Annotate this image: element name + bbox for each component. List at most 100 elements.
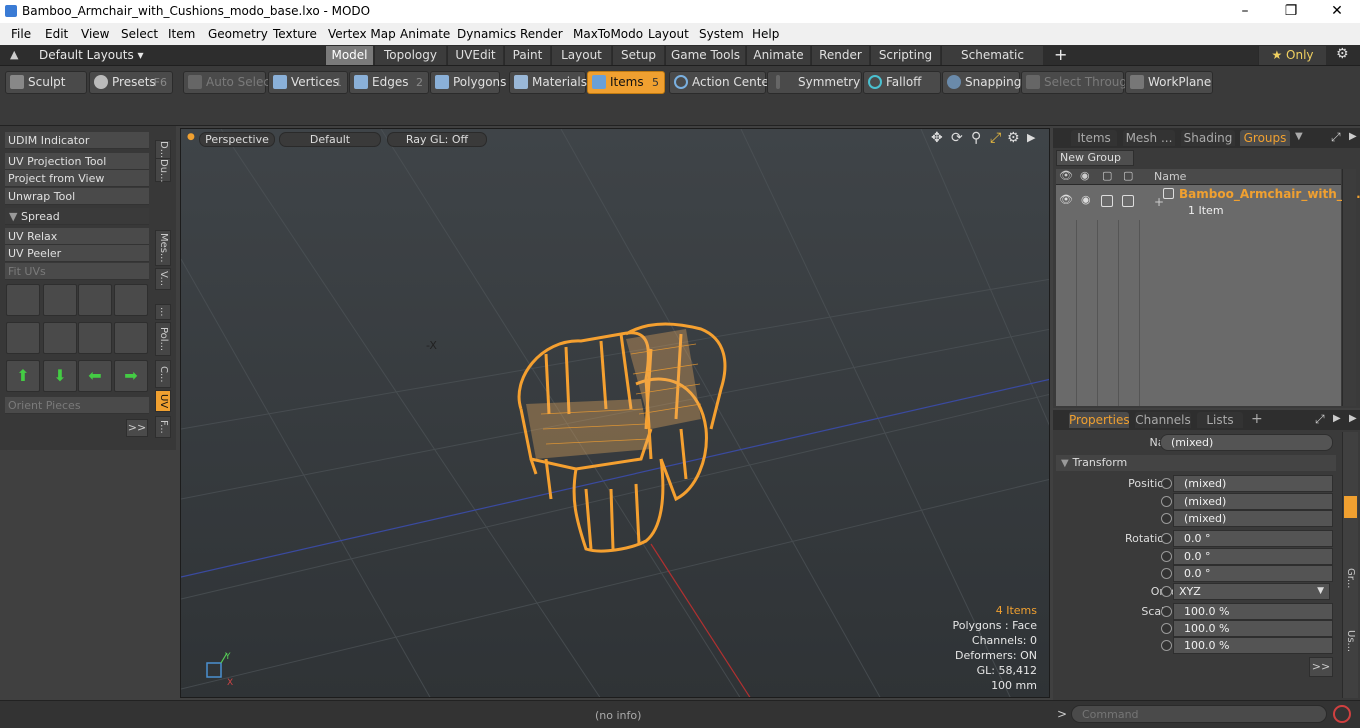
tab-schematic-fusion[interactable]: Schematic Fusion xyxy=(941,46,1043,81)
new-group-button[interactable]: New Group xyxy=(1056,150,1134,166)
viewport-menu-dot-icon[interactable]: ● xyxy=(187,132,195,142)
position-z-field[interactable]: (mixed) xyxy=(1173,510,1333,527)
group-row[interactable]: 👁 ◉ + Bamboo_Armchair_with_ ... 1 Item xyxy=(1056,185,1360,220)
panel-maximize-icon[interactable]: ⤢ xyxy=(1315,412,1325,427)
record-icon[interactable] xyxy=(1333,705,1351,723)
tab-dropdown-icon[interactable]: ▼ xyxy=(1295,131,1303,142)
panel-expand-icon[interactable]: ▶ xyxy=(1349,131,1357,142)
select-through-button[interactable]: Select Through xyxy=(1021,71,1135,94)
polygons-button[interactable]: Polygons xyxy=(430,71,506,94)
add-properties-tab-button[interactable]: + xyxy=(1251,411,1263,427)
tab-items[interactable]: Items xyxy=(1071,130,1117,146)
rotation-z-field[interactable]: 0.0 ° xyxy=(1173,565,1333,582)
lock-col-icon[interactable]: ▢ xyxy=(1102,169,1112,182)
arrow-left-icon[interactable]: ⬅ xyxy=(78,360,112,392)
rotation-x-field[interactable]: 0.0 ° xyxy=(1173,530,1333,547)
row-visibility-icon[interactable]: 👁 xyxy=(1059,193,1073,206)
uv-peeler-button[interactable]: UV Peeler xyxy=(5,245,149,262)
raygl-toggle[interactable]: Ray GL: Off xyxy=(387,132,487,147)
orient-pieces-button[interactable]: Orient Pieces xyxy=(5,397,149,414)
snapping-button[interactable]: Snapping xyxy=(942,71,1021,94)
menu-view[interactable]: View xyxy=(81,27,109,41)
panel-expand-icon[interactable]: ▶ xyxy=(1333,413,1341,424)
panel-collapse-icon[interactable]: ▶ xyxy=(1349,413,1357,424)
tab-channels[interactable]: Channels xyxy=(1135,412,1191,428)
menu-texture[interactable]: Texture xyxy=(273,27,317,41)
project-from-view-button[interactable]: Project from View xyxy=(5,170,149,187)
row-render-icon[interactable]: ◉ xyxy=(1081,193,1091,206)
uv-pyramid-icon[interactable] xyxy=(78,322,112,354)
arrow-up-icon[interactable]: ⬆ xyxy=(6,360,40,392)
symmetry-button[interactable]: Symmetry xyxy=(767,71,862,94)
items-button[interactable]: Items 5 xyxy=(587,71,665,94)
render-col-icon[interactable]: ◉ xyxy=(1080,169,1090,182)
menu-animate[interactable]: Animate xyxy=(400,27,450,41)
side-tab-7[interactable]: C... xyxy=(155,360,171,388)
order-key-icon[interactable] xyxy=(1161,586,1172,597)
side-marker-active[interactable] xyxy=(1344,496,1357,518)
tab-game-tools[interactable]: Game Tools xyxy=(665,46,745,65)
command-input[interactable] xyxy=(1071,705,1327,723)
position-z-key-icon[interactable] xyxy=(1161,513,1172,524)
menu-file[interactable]: File xyxy=(11,27,31,41)
side-tab-5[interactable]: ... xyxy=(155,304,171,320)
side-tab-6[interactable]: Pol... xyxy=(155,322,171,356)
menu-system[interactable]: System xyxy=(699,27,744,41)
tab-model[interactable]: Model xyxy=(325,46,373,65)
tab-setup[interactable]: Setup xyxy=(612,46,664,65)
maximize-icon[interactable]: ❐ xyxy=(1268,0,1314,23)
uv-scale-icon[interactable] xyxy=(78,284,112,316)
rotation-y-field[interactable]: 0.0 ° xyxy=(1173,548,1333,565)
side-tab-4[interactable]: V... xyxy=(155,268,171,290)
select-col-icon[interactable]: ▢ xyxy=(1123,169,1133,182)
rotation-z-key-icon[interactable] xyxy=(1161,568,1172,579)
menu-dynamics[interactable]: Dynamics xyxy=(457,27,516,41)
fit-view-icon[interactable]: ⤢ xyxy=(990,130,1001,146)
scale-y-field[interactable]: 100.0 % xyxy=(1173,620,1333,637)
rotation-x-key-icon[interactable] xyxy=(1161,533,1172,544)
menu-render[interactable]: Render xyxy=(520,27,563,41)
3d-viewport[interactable]: -X Y X ● Perspective Default Ray GL: Off… xyxy=(180,128,1050,698)
position-y-field[interactable]: (mixed) xyxy=(1173,493,1333,510)
falloff-button[interactable]: Falloff xyxy=(863,71,941,94)
tab-topology[interactable]: Topology xyxy=(374,46,446,65)
tab-render[interactable]: Render xyxy=(811,46,869,65)
scale-z-field[interactable]: 100.0 % xyxy=(1173,637,1333,654)
zoom-view-icon[interactable]: ⚲ xyxy=(971,130,981,146)
uv-mesh-icon[interactable] xyxy=(114,322,148,354)
view-type-dropdown[interactable]: Perspective xyxy=(199,132,275,147)
gear-icon[interactable]: ⚙ xyxy=(1336,46,1349,62)
tab-properties[interactable]: Properties xyxy=(1069,412,1130,428)
uv-transform-icon[interactable] xyxy=(6,284,40,316)
spread-section[interactable]: ▼ Spread xyxy=(5,208,149,225)
uv-projection-tool-button[interactable]: UV Projection Tool xyxy=(5,153,149,170)
row-lock-checkbox[interactable] xyxy=(1101,195,1113,207)
uv-rotate-icon[interactable] xyxy=(43,284,77,316)
rotation-y-key-icon[interactable] xyxy=(1161,551,1172,562)
rotate-view-icon[interactable]: ⟳ xyxy=(951,130,963,146)
fit-uvs-button[interactable]: Fit UVs xyxy=(5,263,149,280)
name-field[interactable]: (mixed) xyxy=(1160,434,1333,451)
transform-section[interactable]: ▼ Transform xyxy=(1056,455,1336,471)
udim-indicator-button[interactable]: UDIM Indicator xyxy=(5,132,149,149)
side-tab-us[interactable]: Us... xyxy=(1345,630,1356,652)
tab-animate[interactable]: Animate xyxy=(746,46,810,65)
menu-item[interactable]: Item xyxy=(168,27,195,41)
position-x-field[interactable]: (mixed) xyxy=(1173,475,1333,492)
move-view-icon[interactable]: ✥ xyxy=(931,130,943,146)
viewport-expand-icon[interactable]: ▶ xyxy=(1027,131,1035,144)
only-toggle[interactable]: ★ Only xyxy=(1258,46,1326,65)
arrow-right-icon[interactable]: ➡ xyxy=(114,360,148,392)
tab-layout[interactable]: Layout xyxy=(551,46,611,65)
edges-button[interactable]: Edges 2 xyxy=(349,71,429,94)
side-tab-2[interactable]: Du... xyxy=(155,158,171,183)
uv-box-icon[interactable] xyxy=(114,284,148,316)
scale-y-key-icon[interactable] xyxy=(1161,623,1172,634)
menu-help[interactable]: Help xyxy=(752,27,779,41)
tab-mesh[interactable]: Mesh ... xyxy=(1123,130,1175,146)
arrow-down-icon[interactable]: ⬇ xyxy=(43,360,77,392)
auto-select-button[interactable]: Auto Select xyxy=(183,71,275,94)
tab-uvedit[interactable]: UVEdit xyxy=(447,46,503,65)
side-tab-9[interactable]: F... xyxy=(155,416,171,438)
tab-groups[interactable]: Groups xyxy=(1240,130,1290,146)
